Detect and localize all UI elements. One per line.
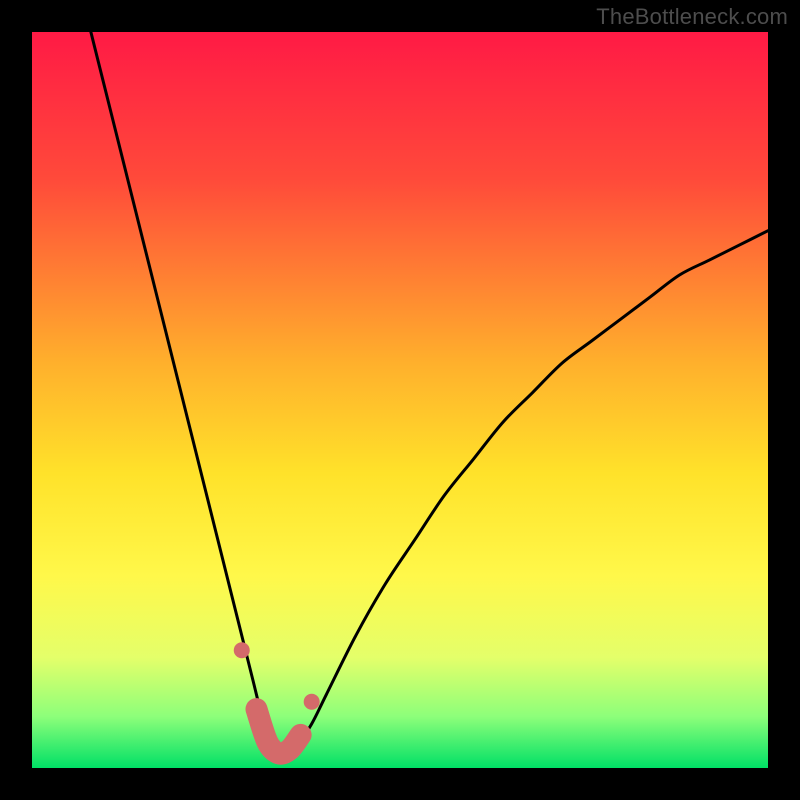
bottleneck-plot (32, 32, 768, 768)
marker-dot (293, 727, 309, 743)
gradient-background (32, 32, 768, 768)
marker-dot (248, 701, 264, 717)
chart-frame: TheBottleneck.com (0, 0, 800, 800)
marker-dot (282, 742, 298, 758)
marker-dot (304, 694, 320, 710)
plot-area (32, 32, 768, 768)
watermark-text: TheBottleneck.com (596, 4, 788, 30)
marker-dot (234, 642, 250, 658)
